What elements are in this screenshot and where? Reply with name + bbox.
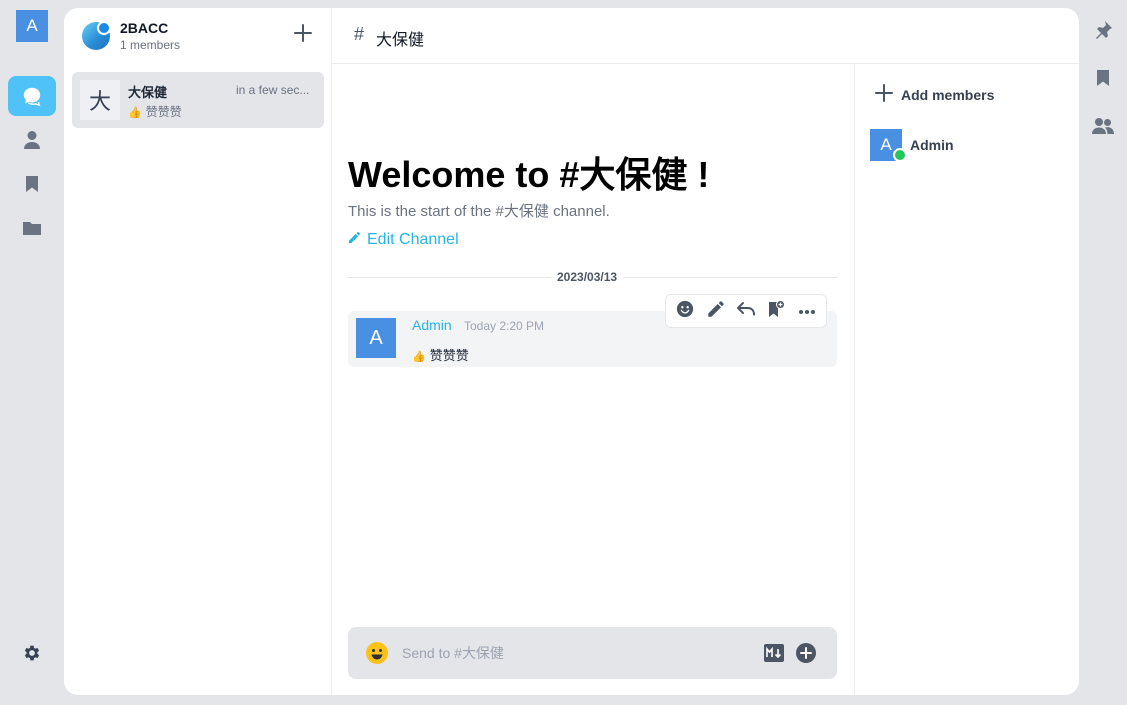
markdown-icon[interactable] [764,644,784,662]
message-author[interactable]: Admin [412,317,452,333]
message-composer [348,627,837,679]
bookmark-plus-icon [767,299,786,323]
message-time: Today 2:20 PM [464,319,545,333]
edit-channel-link[interactable]: Edit Channel [348,231,459,249]
edit-message-button[interactable] [702,297,730,325]
pencil-icon [707,300,725,323]
person-icon [23,130,41,150]
right-rail [1079,0,1127,705]
react-button[interactable] [671,297,699,325]
reply-button[interactable] [732,297,760,325]
pinned-button[interactable] [1091,20,1115,44]
nav-chat[interactable] [8,76,56,116]
members-button[interactable] [1091,116,1115,140]
pin-icon [1093,20,1113,45]
conversation-list-pane: 2BACC 1 members 大 大保健 in a few sec... 👍 赞… [64,8,332,695]
online-status-dot [893,148,907,162]
workspace-member-count: 1 members [120,38,181,52]
more-actions-button[interactable] [793,297,821,325]
emoji-picker-icon[interactable] [364,640,390,666]
message-text: 赞赞赞 [429,348,469,363]
member-item[interactable]: A Admin [870,129,1070,162]
conversation-avatar: 大 [80,80,120,120]
pencil-icon [348,231,367,249]
users-icon [1092,117,1114,140]
user-avatar[interactable]: A [16,10,48,42]
workspace-name: 2BACC [120,20,169,36]
conversation-name: 大保健 [128,85,168,100]
conversation-preview: 👍 赞赞赞 [128,103,182,120]
settings-button[interactable] [8,633,56,673]
conversation-item[interactable]: 大 大保健 in a few sec... 👍 赞赞赞 [72,72,324,128]
left-rail: A [0,0,64,705]
members-pane: Add members A Admin [854,64,1079,695]
date-divider: 2023/03/13 [348,270,838,284]
save-message-button[interactable] [762,297,790,325]
ellipsis-icon [798,302,816,320]
workspace-logo [82,21,111,50]
thumbs-up-icon: 👍 [412,351,426,363]
bookmark-icon [1096,69,1110,92]
add-members-button[interactable]: Add members [875,84,994,105]
add-conversation-button[interactable] [290,22,316,48]
message-body: 👍 赞赞赞 [412,345,469,364]
workspace-header: 2BACC 1 members [64,8,332,64]
plus-icon [293,23,313,48]
main-panel: 2BACC 1 members 大 大保健 in a few sec... 👍 赞… [64,8,1079,695]
nav-bookmarks[interactable] [8,164,56,204]
message-avatar[interactable]: A [356,318,396,358]
date-label: 2023/03/13 [551,270,624,284]
bookmark-icon [25,175,39,193]
chat-pane: Welcome to #大保健 ! This is the start of t… [332,8,854,695]
thumbs-up-icon: 👍 [128,107,142,119]
saved-button[interactable] [1091,68,1115,92]
plus-icon [875,84,901,105]
conversation-preview-text: 赞赞赞 [145,105,182,119]
edit-channel-label: Edit Channel [367,231,459,248]
add-members-label: Add members [901,86,995,103]
folder-icon [22,220,42,236]
message-action-bar [665,294,827,328]
reply-arrow-icon [736,301,756,322]
message-input[interactable] [402,639,742,667]
smiley-icon [676,300,694,323]
conversation-time: in a few sec... [236,83,310,97]
welcome-heading: Welcome to #大保健 ! [348,154,710,195]
gear-icon [22,643,42,663]
welcome-subtitle: This is the start of the #大保健 channel. [348,203,610,220]
chat-bubble-icon [21,85,43,107]
nav-contacts[interactable] [8,120,56,160]
nav-files[interactable] [8,208,56,248]
attach-plus-icon[interactable] [796,643,816,663]
member-name: Admin [910,137,954,153]
